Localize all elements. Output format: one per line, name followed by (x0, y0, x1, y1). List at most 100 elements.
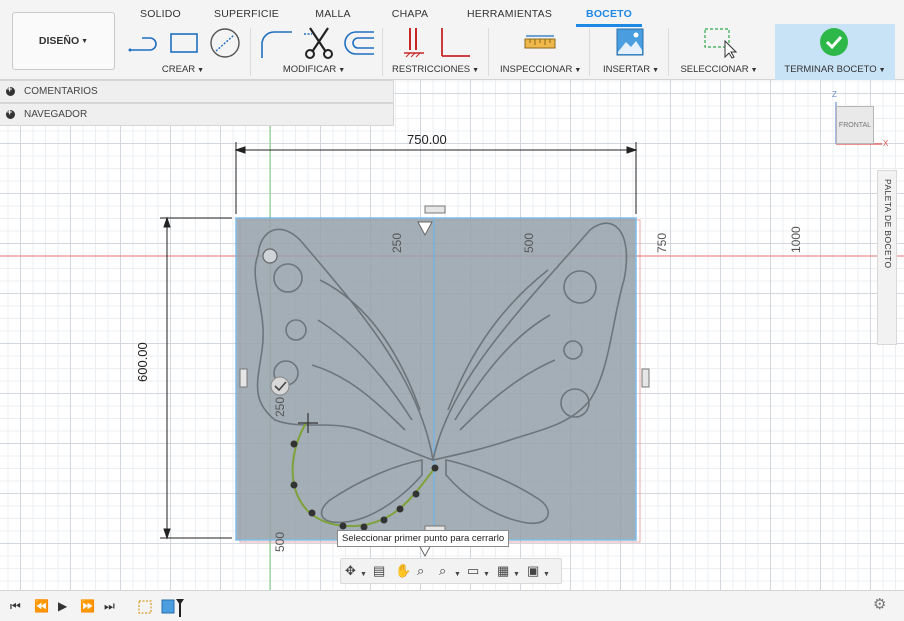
check-marker (270, 376, 290, 396)
offset-tool-icon[interactable] (340, 30, 376, 58)
coincident-constraint-icon[interactable] (402, 26, 428, 60)
measure-tool-icon[interactable] (524, 34, 556, 52)
navigator-panel[interactable]: NAVEGADOR (0, 103, 394, 126)
comments-panel-label: COMENTARIOS (24, 86, 98, 97)
trim-scissors-icon[interactable] (302, 26, 336, 60)
constraints-menu[interactable]: RESTRICCIONES ▼ (392, 64, 480, 75)
navigation-bar: ✥ ▼ ▤ ✋ ⌕ ⌕ ▼ ▭ ▼ ▦ ▼ ▣ ▼ (340, 558, 562, 584)
chevron-down-icon: ▼ (652, 67, 660, 74)
ruler-label-x-250: 250 (390, 232, 404, 253)
toolbar-separator (589, 28, 590, 76)
toolbar: SOLIDO SUPERFICIE MALLA CHAPA HERRAMIENT… (0, 0, 904, 80)
modify-menu[interactable]: MODIFICAR ▼ (282, 64, 346, 75)
workspace-switcher-button[interactable]: DISEÑO ▼ (12, 12, 115, 70)
line-tool-icon[interactable] (128, 30, 160, 58)
timeline-sketch-feature-icon[interactable] (137, 599, 153, 615)
origin-marker (262, 248, 278, 264)
fillet-tool-icon[interactable] (258, 28, 294, 60)
navigator-panel-label: NAVEGADOR (24, 109, 88, 120)
modify-label: MODIFICAR (282, 64, 337, 75)
chevron-down-icon: ▼ (338, 67, 346, 74)
chevron-down-icon[interactable]: ▼ (483, 567, 490, 583)
go-to-end-icon[interactable]: ⏭ (104, 599, 115, 613)
app-window: SOLIDO SUPERFICIE MALLA CHAPA HERRAMIENT… (0, 0, 904, 621)
width-dimension-label[interactable]: 750.00 (407, 132, 447, 147)
create-menu[interactable]: CREAR ▼ (158, 64, 208, 75)
chevron-down-icon: ▼ (574, 67, 582, 74)
tab-surface[interactable]: SUPERFICIE (214, 6, 279, 24)
timeline-settings-gear-icon[interactable]: ⚙ (873, 597, 886, 612)
inspect-menu[interactable]: INSPECCIONAR ▼ (500, 64, 582, 75)
play-icon[interactable]: ▶ (58, 599, 67, 613)
ruler-label-y-500: 500 (273, 531, 287, 552)
active-tab-indicator (576, 24, 642, 27)
sketch-drawing (0, 80, 904, 590)
chevron-down-icon: ▼ (197, 67, 205, 74)
comments-panel[interactable]: COMENTARIOS (0, 80, 394, 103)
image-grip-right (641, 368, 650, 388)
expand-plus-icon[interactable] (6, 107, 15, 119)
toolbar-separator (668, 28, 669, 76)
insert-image-icon[interactable] (616, 28, 644, 56)
timeline-image-feature-icon[interactable] (160, 597, 186, 619)
expand-plus-icon[interactable] (6, 84, 15, 96)
cursor-tooltip: Seleccionar primer punto para cerrarlo (337, 530, 510, 547)
perpendicular-constraint-icon[interactable] (438, 26, 472, 60)
finish-sketch-label: TERMINAR BOCETO (784, 64, 877, 75)
go-to-start-icon[interactable]: ⏮ (10, 599, 21, 613)
sketch-palette-label: PALETA DE BOCETO (883, 179, 893, 269)
chevron-down-icon[interactable]: ▼ (543, 567, 550, 583)
create-label: CREAR (161, 64, 196, 75)
viewcube[interactable]: FRONTAL (836, 106, 874, 144)
toolbar-separator (488, 28, 489, 76)
fit-icon[interactable]: ⌕ (439, 563, 446, 579)
inspect-label: INSPECCIONAR (500, 64, 573, 75)
rectangle-tool-icon[interactable] (168, 30, 200, 58)
tab-solid[interactable]: SOLIDO (140, 6, 181, 24)
timeline-bar: ⏮ ⏪ ▶ ⏩ ⏭ ⚙ (0, 590, 904, 621)
viewcube-axis-z-label: Z (832, 90, 837, 99)
pan-hand-icon[interactable]: ✋ (395, 563, 411, 579)
display-settings-icon[interactable]: ▭ (467, 563, 479, 579)
look-at-icon[interactable]: ▤ (373, 563, 385, 579)
chevron-down-icon[interactable]: ▼ (454, 567, 461, 583)
tab-mesh[interactable]: MALLA (313, 6, 353, 24)
ruler-label-x-500: 500 (522, 232, 536, 253)
grid-icon[interactable]: ▦ (497, 563, 509, 579)
sketch-palette-tab[interactable]: PALETA DE BOCETO (877, 170, 897, 345)
step-forward-icon[interactable]: ⏩ (80, 599, 95, 613)
chevron-down-icon: ▼ (472, 67, 480, 74)
height-dimension-label[interactable]: 600.00 (135, 342, 150, 382)
tab-sheet-metal[interactable]: CHAPA (389, 6, 431, 24)
image-grip-top (424, 205, 446, 214)
constraints-label: RESTRICCIONES (392, 64, 471, 75)
window-select-icon[interactable] (703, 27, 737, 59)
viewcube-face-label[interactable]: FRONTAL (839, 122, 871, 129)
tab-tools[interactable]: HERRAMIENTAS (467, 6, 552, 24)
finish-sketch-check-icon[interactable] (819, 27, 849, 57)
insert-label: INSERTAR (602, 64, 651, 75)
height-dimension (160, 216, 232, 540)
viewports-icon[interactable]: ▣ (527, 563, 539, 579)
zoom-icon[interactable]: ⌕ (417, 563, 424, 579)
orbit-icon[interactable]: ✥ (345, 563, 356, 579)
select-menu[interactable]: SELECCIONAR ▼ (680, 64, 758, 75)
toolbar-separator (382, 28, 383, 76)
circle-tool-icon[interactable] (208, 27, 242, 59)
insert-menu[interactable]: INSERTAR ▼ (602, 64, 660, 75)
toolbar-separator (250, 28, 251, 76)
image-grip-left (239, 368, 248, 388)
chevron-down-icon: ▼ (81, 37, 89, 45)
ruler-label-x-1000: 1000 (789, 226, 803, 253)
sketch-canvas[interactable]: 750.00 600.00 250 500 750 1000 250 500 S… (0, 80, 904, 590)
viewcube-axis-x-label: X (883, 139, 889, 148)
ruler-label-x-750: 750 (655, 232, 669, 253)
finish-sketch-menu[interactable]: TERMINAR BOCETO ▼ (779, 64, 891, 75)
workspace-label: DISEÑO (38, 35, 80, 47)
tab-sketch[interactable]: BOCETO (576, 6, 642, 24)
select-label: SELECCIONAR (680, 64, 749, 75)
step-back-icon[interactable]: ⏪ (34, 599, 49, 613)
chevron-down-icon: ▼ (878, 67, 886, 74)
chevron-down-icon[interactable]: ▼ (513, 567, 520, 583)
chevron-down-icon[interactable]: ▼ (360, 567, 367, 583)
